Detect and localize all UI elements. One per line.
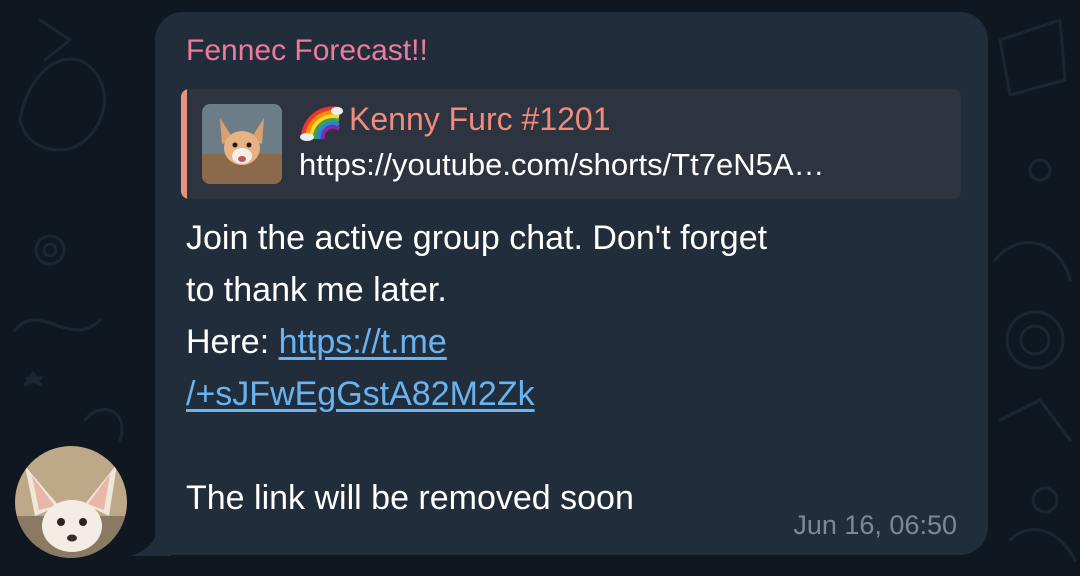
rainbow-emoji-icon [300,106,343,141]
reply-author: Kenny Furc #1201 [349,101,611,137]
message-line: Join the active group chat. Don't forget [186,219,768,257]
message-here-line: Here: https://t.me [186,316,966,368]
message-line: to thank me later. [186,271,447,309]
sender-avatar[interactable] [15,446,127,558]
reply-thumbnail [202,104,282,184]
reply-accent-bar [181,89,187,199]
message-bubble[interactable]: Fennec Forecast!! Kenny Furc #1201 https… [155,12,988,555]
here-label: Here: [186,323,279,361]
reply-preview[interactable]: Kenny Furc #1201 https://youtube.com/sho… [181,89,961,199]
message-link-line: /+sJFwEgGstA82M2Zk [186,368,966,420]
fennec-fox-avatar-icon [15,446,127,558]
reply-text: https://youtube.com/shorts/Tt7eN5A… [299,147,825,182]
invite-link-continued[interactable]: /+sJFwEgGstA82M2Zk [186,375,535,413]
invite-link[interactable]: https://t.me [279,323,447,361]
sender-name[interactable]: Fennec Forecast!! [186,34,428,68]
message-text: Join the active group chat. Don't forget… [186,212,966,524]
fox-video-thumbnail-icon [202,104,282,184]
message-timestamp: Jun 16, 06:50 [793,510,957,540]
